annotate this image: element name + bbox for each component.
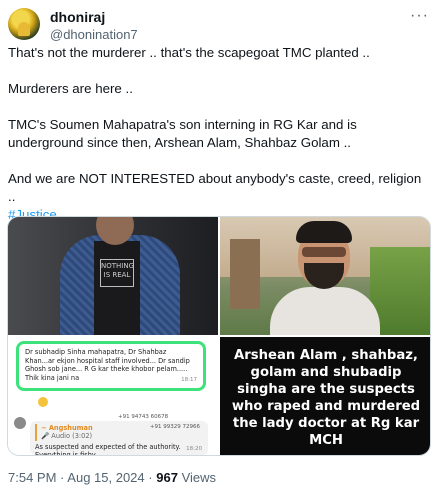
media-photo-1[interactable]: NOTHING IS REAL — [8, 217, 218, 335]
chat-message-text: Dr subhadip Sinha mahapatra, Dr Shahbaz … — [25, 348, 190, 382]
tweet-line: That's not the murderer .. that's the sc… — [8, 45, 370, 60]
media-text-image[interactable]: Arshean Alam , shahbaz, golam and shubad… — [220, 337, 430, 455]
person-hair — [296, 221, 352, 243]
tweet-time[interactable]: 7:54 PM — [8, 470, 56, 485]
tweet-line: TMC's Soumen Mahapatra's son interning i… — [8, 117, 357, 150]
media-chat-screenshot[interactable]: Dr subhadip Sinha mahapatra, Dr Shahbaz … — [8, 337, 218, 455]
chat-phone-number: +91 94743 60678 — [118, 414, 169, 420]
white-shirt — [270, 287, 380, 335]
chat-timestamp: 18:20 — [186, 445, 202, 452]
chat-message-highlighted: Dr subhadip Sinha mahapatra, Dr Shahbaz … — [16, 341, 206, 391]
views-label: Views — [181, 470, 217, 485]
person-beard — [304, 263, 344, 289]
tweet-line: And we are NOT INTERESTED about anybody'… — [8, 171, 422, 204]
chat-phone-number: +91 99329 72966 — [149, 424, 200, 430]
chat-message-text: As suspected and expected of the authori… — [35, 442, 181, 456]
chat-timestamp: 18:17 — [181, 377, 197, 384]
image-caption-text: Arshean Alam , shahbaz, golam and shubad… — [231, 348, 421, 448]
author-display-name[interactable]: dhoniraj — [50, 9, 105, 25]
tweet-line: Murderers are here .. — [8, 81, 133, 96]
sunglasses — [302, 247, 346, 257]
meta-separator: · — [148, 470, 153, 485]
black-shirt — [94, 241, 140, 335]
chat-message: +91 99329 72966 ~ Angshuman 🎤 Audio (3:0… — [30, 421, 208, 455]
quoted-audio: 🎤 Audio (3:02) — [41, 432, 93, 441]
avatar[interactable] — [8, 8, 40, 40]
tweet-meta: 7:54 PM · Aug 15, 2024 · 967 Views — [8, 470, 216, 485]
tweet-text: That's not the murderer .. that's the sc… — [8, 44, 432, 224]
emoji-icon — [38, 397, 48, 407]
shirt-print: NOTHING IS REAL — [100, 259, 134, 287]
chat-avatar — [14, 417, 26, 429]
tweet-header: dhoniraj @dhonination7 ··· — [8, 8, 431, 44]
author-handle[interactable]: @dhonination7 — [50, 27, 138, 42]
tweet-date[interactable]: Aug 15, 2024 — [67, 470, 144, 485]
more-options-icon[interactable]: ··· — [410, 8, 429, 24]
meta-separator: · — [60, 470, 65, 485]
media-photo-2[interactable] — [220, 217, 430, 335]
media-grid: NOTHING IS REAL Dr subhadip Sinha mahapa… — [7, 216, 431, 456]
background-door — [230, 239, 260, 309]
views-count: 967 — [156, 470, 178, 485]
